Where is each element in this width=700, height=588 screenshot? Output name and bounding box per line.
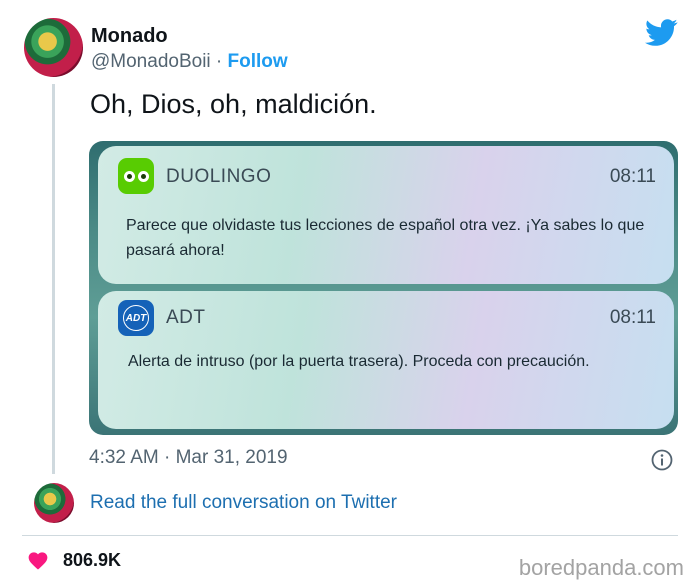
author-name[interactable]: Monado — [91, 25, 168, 48]
thread-line — [52, 84, 55, 474]
twitter-bird-icon[interactable] — [645, 19, 678, 47]
author-avatar[interactable] — [24, 18, 83, 77]
notification-body: Alerta de intruso (por la puerta trasera… — [128, 353, 590, 370]
duolingo-owl-icon — [118, 158, 154, 194]
attached-image[interactable]: DUOLINGO 08:11 Parece que olvidaste tus … — [89, 141, 678, 435]
notification-adt: ADT ADT 08:11 Alerta de intruso (por la … — [98, 291, 674, 429]
notification-app-name: ADT — [166, 307, 206, 328]
tweet-text: Oh, Dios, oh, maldición. — [90, 89, 377, 119]
tweet-timestamp[interactable]: 4:32 AM · Mar 31, 2019 — [89, 447, 288, 469]
divider — [22, 535, 678, 536]
boredpanda-watermark: boredpanda.com — [518, 555, 684, 580]
like-count: 806.9K — [63, 550, 122, 570]
info-icon[interactable] — [651, 449, 673, 471]
read-conversation-link[interactable]: Read the full conversation on Twitter — [90, 492, 397, 514]
follow-button[interactable]: Follow — [228, 51, 288, 72]
notification-body: Parece que olvidaste tus lecciones de es… — [126, 217, 645, 259]
notification-app-name: DUOLINGO — [166, 166, 272, 187]
notification-time: 08:11 — [609, 307, 656, 328]
reply-avatar — [34, 483, 74, 523]
handle-separator: · — [210, 51, 228, 72]
adt-logo-icon: ADT — [118, 300, 154, 336]
author-handle-row: @MonadoBoii · Follow — [91, 51, 288, 73]
notification-time: 08:11 — [609, 166, 656, 187]
notification-duolingo: DUOLINGO 08:11 Parece que olvidaste tus … — [98, 146, 674, 284]
author-handle[interactable]: @MonadoBoii — [91, 51, 211, 72]
heart-icon[interactable] — [27, 550, 49, 570]
